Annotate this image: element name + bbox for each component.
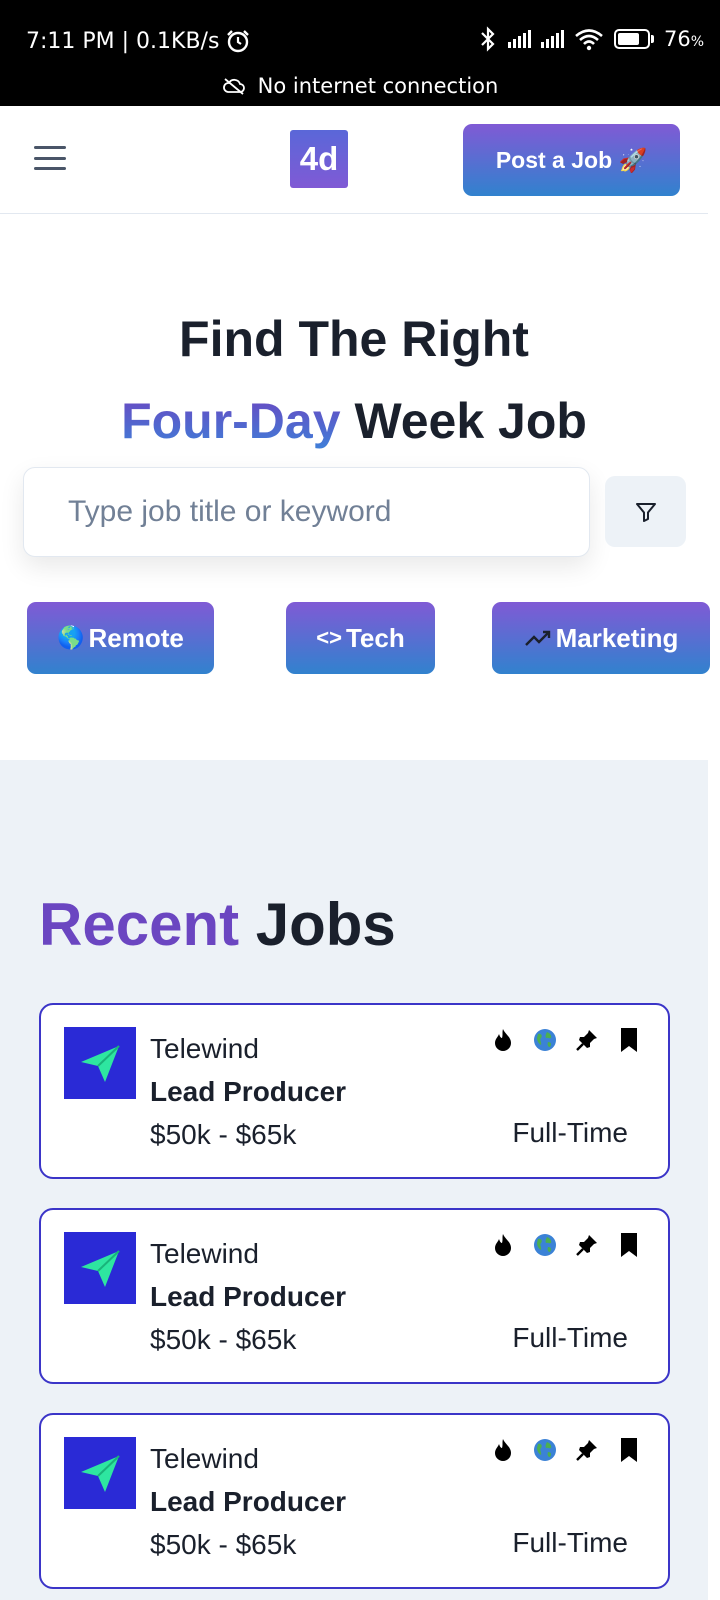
search-input[interactable] bbox=[68, 468, 568, 556]
trending-up-icon bbox=[524, 630, 550, 646]
bookmark-icon[interactable] bbox=[616, 1232, 642, 1258]
cloud-off-icon bbox=[222, 78, 245, 95]
category-remote-button[interactable]: 🌎 Remote bbox=[27, 602, 214, 674]
job-company: Telewind bbox=[150, 1238, 259, 1269]
job-title: Lead Producer bbox=[150, 1281, 347, 1312]
bluetooth-icon bbox=[481, 26, 495, 52]
fire-icon bbox=[490, 1437, 516, 1463]
bookmark-icon[interactable] bbox=[616, 1437, 642, 1463]
search-box bbox=[23, 467, 590, 557]
job-type: Full-Time bbox=[512, 1117, 628, 1148]
recent-jobs-title: Recent Jobs bbox=[39, 891, 396, 958]
job-type: Full-Time bbox=[512, 1322, 628, 1353]
job-salary: $50k - $65k bbox=[150, 1529, 297, 1560]
category-marketing-button[interactable]: Marketing bbox=[492, 602, 710, 674]
network-notice: No internet connection bbox=[0, 74, 720, 98]
status-icons: 76% bbox=[478, 26, 704, 52]
battery-level: 76% bbox=[663, 27, 704, 51]
globe-icon: 🌎 bbox=[57, 625, 85, 650]
paper-plane-icon bbox=[81, 1045, 120, 1082]
post-job-button[interactable]: Post a Job 🚀 bbox=[463, 124, 680, 196]
category-tech-button[interactable]: <> Tech bbox=[286, 602, 435, 674]
wifi-icon bbox=[575, 29, 603, 51]
hamburger-menu-icon[interactable] bbox=[34, 146, 66, 170]
hero-title-accent: Four-Day bbox=[121, 393, 341, 449]
code-icon: <> bbox=[316, 625, 342, 650]
pin-icon[interactable] bbox=[574, 1437, 600, 1463]
job-company: Telewind bbox=[150, 1443, 259, 1474]
company-logo bbox=[64, 1027, 136, 1099]
job-salary: $50k - $65k bbox=[150, 1119, 297, 1150]
pin-icon[interactable] bbox=[574, 1232, 600, 1258]
bookmark-icon[interactable] bbox=[616, 1027, 642, 1053]
company-logo bbox=[64, 1232, 136, 1304]
app-logo[interactable]: 4d bbox=[290, 130, 348, 188]
job-card[interactable]: Telewind Lead Producer $50k - $65k Full-… bbox=[39, 1208, 670, 1384]
alarm-icon bbox=[227, 30, 250, 53]
job-icons bbox=[490, 1027, 642, 1053]
globe-icon bbox=[532, 1027, 558, 1053]
paper-plane-icon bbox=[81, 1455, 120, 1492]
job-type: Full-Time bbox=[512, 1527, 628, 1558]
battery-icon bbox=[613, 29, 654, 49]
job-title: Lead Producer bbox=[150, 1076, 347, 1107]
recent-jobs-section: Recent Jobs Telewind Lead Producer $50k … bbox=[0, 760, 708, 1600]
hero-title-rest: Week Job bbox=[354, 393, 587, 449]
hero-title-line1: Find The Right bbox=[179, 311, 529, 367]
signal-icon-1 bbox=[507, 30, 531, 48]
job-icons bbox=[490, 1232, 642, 1258]
company-logo bbox=[64, 1437, 136, 1509]
globe-icon bbox=[532, 1232, 558, 1258]
status-bar: 7:11 PM | 0.1KB/s 76% No internet connec… bbox=[0, 0, 720, 106]
job-company: Telewind bbox=[150, 1033, 259, 1064]
hero-title-line2: Four-Day Week Job bbox=[0, 392, 708, 450]
job-card[interactable]: Telewind Lead Producer $50k - $65k Full-… bbox=[39, 1003, 670, 1179]
job-salary: $50k - $65k bbox=[150, 1324, 297, 1355]
signal-icon-2 bbox=[540, 30, 564, 48]
job-card[interactable]: Telewind Lead Producer $50k - $65k Full-… bbox=[39, 1413, 670, 1589]
paper-plane-icon bbox=[81, 1250, 120, 1287]
job-icons bbox=[490, 1437, 642, 1463]
filter-icon bbox=[635, 502, 656, 522]
status-time: 7:11 PM | 0.1KB/s bbox=[26, 28, 251, 54]
job-title: Lead Producer bbox=[150, 1486, 347, 1517]
app-header: 4d Post a Job 🚀 bbox=[0, 106, 708, 214]
fire-icon bbox=[490, 1232, 516, 1258]
pin-icon[interactable] bbox=[574, 1027, 600, 1053]
filter-button[interactable] bbox=[605, 476, 686, 547]
globe-icon bbox=[532, 1437, 558, 1463]
fire-icon bbox=[490, 1027, 516, 1053]
